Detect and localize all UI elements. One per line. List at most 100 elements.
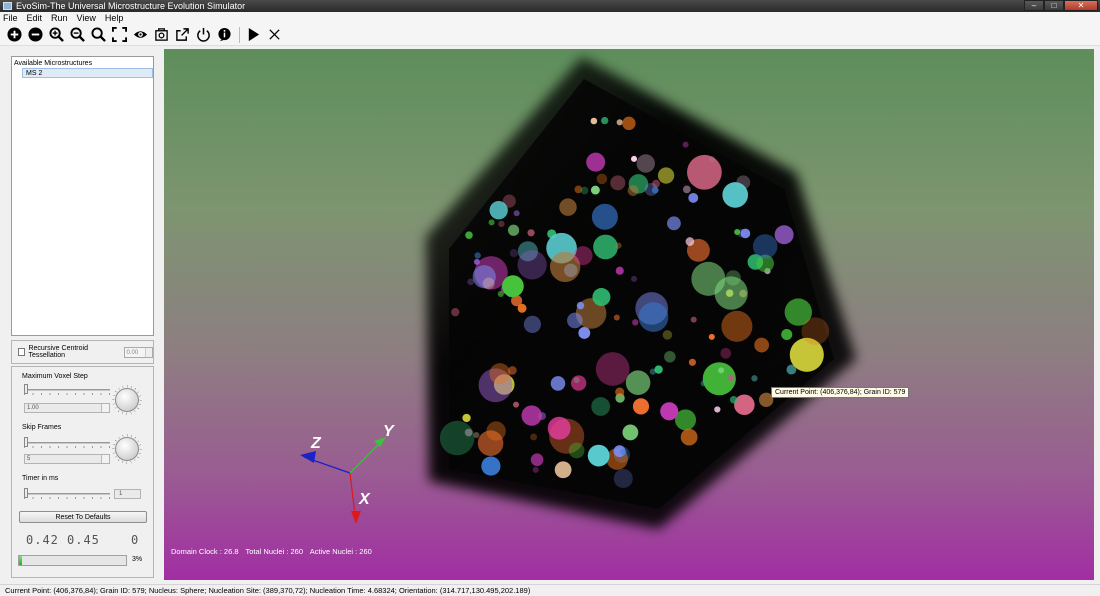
- grain-sphere: [781, 328, 793, 341]
- grain-sphere: [568, 442, 585, 459]
- rct-spinbox[interactable]: 0.00: [123, 346, 153, 358]
- slider-handle[interactable]: [24, 384, 28, 394]
- grain-sphere: [714, 406, 721, 413]
- grain-sphere: [688, 358, 696, 366]
- grain-sphere: [590, 185, 600, 195]
- domain-clock: Domain Clock : 26.8: [171, 547, 239, 556]
- export-icon[interactable]: [174, 26, 191, 43]
- grain-sphere: [662, 330, 673, 340]
- rct-label: Recursive Centroid Tessellation: [28, 345, 88, 359]
- fullscreen-icon[interactable]: [111, 26, 128, 43]
- grain-sphere: [685, 237, 695, 246]
- grain-sphere: [729, 395, 738, 404]
- window-title: EvoSim-The Universal Microstructure Evol…: [16, 1, 246, 11]
- menu-run[interactable]: Run: [51, 12, 68, 24]
- list-header: Available Microstructures: [14, 60, 93, 67]
- info-icon[interactable]: [216, 26, 233, 43]
- grain-sphere: [507, 224, 520, 236]
- grain-sphere: [708, 333, 715, 340]
- menu-file[interactable]: File: [3, 12, 18, 24]
- grain-sphere: [587, 444, 610, 467]
- menu-bar: File Edit Run View Help: [0, 12, 1100, 24]
- lcd-display-c: 0: [131, 533, 140, 547]
- zoom-in-icon[interactable]: [48, 26, 65, 43]
- eye-icon[interactable]: [132, 26, 149, 43]
- grain-sphere: [734, 394, 755, 416]
- progress-fill: [19, 556, 23, 565]
- grain-sphere: [508, 366, 517, 375]
- grain-sphere: [591, 397, 611, 416]
- status-bar: Current Point: (406,376,84); Grain ID: 5…: [0, 584, 1100, 596]
- grain-sphere: [722, 182, 749, 208]
- grain-sphere: [489, 201, 508, 220]
- grain-sphere: [509, 249, 519, 258]
- axis-z-label: Z: [311, 435, 321, 452]
- list-item[interactable]: MS 2: [22, 68, 153, 78]
- grain-sphere: [559, 198, 577, 216]
- grain-sphere: [774, 225, 794, 245]
- grain-sphere: [610, 175, 626, 191]
- zoom-out-icon[interactable]: [69, 26, 86, 43]
- grain-sphere: [616, 119, 623, 126]
- grain-sphere: [721, 310, 753, 342]
- grain-sphere: [465, 231, 473, 239]
- hover-tooltip: Current Point: (406,376,84); Grain ID: 5…: [771, 387, 910, 398]
- grain-sphere: [615, 387, 625, 397]
- grain-sphere: [464, 428, 473, 437]
- max-voxel-label: Maximum Voxel Step: [22, 373, 88, 380]
- grain-sphere: [576, 301, 585, 310]
- minimize-button[interactable]: –: [1024, 0, 1044, 11]
- total-nuclei: Total Nuclei : 260: [245, 547, 304, 556]
- timer-slider[interactable]: [24, 488, 110, 499]
- grain-sphere: [680, 428, 698, 446]
- grain-sphere: [439, 420, 475, 456]
- grain-sphere: [636, 154, 655, 173]
- skip-frames-slider[interactable]: [24, 437, 110, 448]
- stop-icon[interactable]: [266, 26, 283, 43]
- max-voxel-spinbox[interactable]: 1.00: [24, 403, 110, 413]
- grain-sphere: [615, 242, 622, 249]
- search-icon[interactable]: [90, 26, 107, 43]
- lcd-display-a: 0.42: [26, 533, 59, 547]
- reset-defaults-button[interactable]: Reset To Defaults: [19, 511, 147, 523]
- grain-sphere: [638, 302, 669, 332]
- menu-help[interactable]: Help: [105, 12, 124, 24]
- grain-sphere: [596, 173, 608, 185]
- grain-sphere: [718, 367, 725, 374]
- grain-sphere: [727, 374, 735, 382]
- grain-sphere: [532, 466, 539, 473]
- grain-sphere: [462, 413, 471, 423]
- skip-frames-spinbox[interactable]: 5: [24, 454, 110, 464]
- play-icon[interactable]: [245, 26, 262, 43]
- menu-view[interactable]: View: [77, 12, 96, 24]
- remove-icon[interactable]: [27, 26, 44, 43]
- menu-edit[interactable]: Edit: [27, 12, 43, 24]
- timer-spinbox[interactable]: 1: [114, 489, 141, 499]
- app-icon: [3, 2, 12, 10]
- grain-sphere: [521, 405, 542, 426]
- max-voxel-dial[interactable]: [115, 388, 139, 412]
- slider-handle[interactable]: [24, 488, 28, 498]
- window-controls: – □ ✕: [1024, 0, 1098, 12]
- 3d-viewport[interactable]: Z Y X Current Point: (406,376,84); Grain…: [164, 49, 1094, 580]
- add-icon[interactable]: [6, 26, 23, 43]
- lcd-display-b: 0.45: [67, 533, 100, 547]
- microstructure-list[interactable]: Available Microstructures MS 2: [11, 56, 154, 336]
- maximize-button[interactable]: □: [1044, 0, 1064, 11]
- close-button[interactable]: ✕: [1064, 0, 1098, 11]
- grain-sphere: [474, 252, 481, 259]
- grain-sphere: [667, 216, 681, 231]
- axis-x-label: X: [359, 491, 370, 508]
- grain-sphere: [513, 401, 520, 408]
- grain-sphere: [657, 167, 675, 184]
- microstructure-render[interactable]: [164, 49, 1094, 580]
- screenshot-icon[interactable]: [153, 26, 170, 43]
- grain-sphere: [613, 468, 633, 489]
- grain-sphere: [682, 185, 691, 194]
- skip-frames-dial[interactable]: [115, 437, 139, 461]
- max-voxel-slider[interactable]: [24, 384, 110, 395]
- power-icon[interactable]: [195, 26, 212, 43]
- rct-checkbox[interactable]: [18, 348, 26, 356]
- slider-handle[interactable]: [24, 437, 28, 447]
- grain-sphere: [578, 327, 591, 339]
